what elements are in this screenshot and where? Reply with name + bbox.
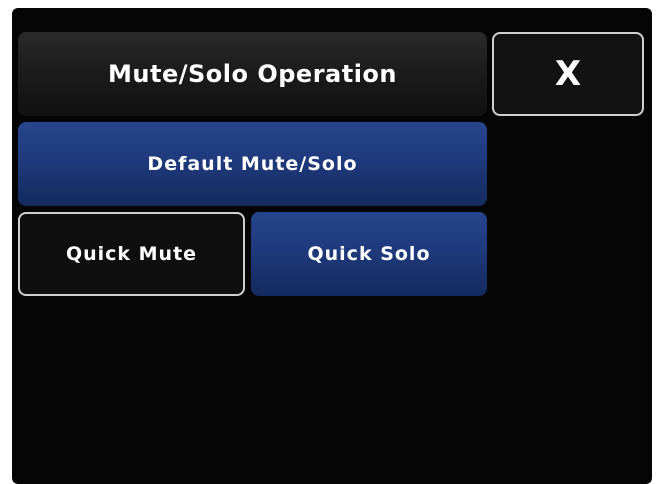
default-mute-solo-label: Default Mute/Solo <box>147 153 358 175</box>
close-button[interactable]: X <box>492 32 644 116</box>
quick-solo-label: Quick Solo <box>307 243 431 265</box>
quick-mute-button[interactable]: Quick Mute <box>18 212 245 296</box>
dialog-title: Mute/Solo Operation <box>18 32 487 116</box>
quick-mute-label: Quick Mute <box>65 243 198 265</box>
quick-solo-button[interactable]: Quick Solo <box>251 212 487 296</box>
dialog-title-label: Mute/Solo Operation <box>108 60 397 88</box>
close-icon: X <box>554 54 582 94</box>
default-mute-solo-button[interactable]: Default Mute/Solo <box>18 122 487 206</box>
